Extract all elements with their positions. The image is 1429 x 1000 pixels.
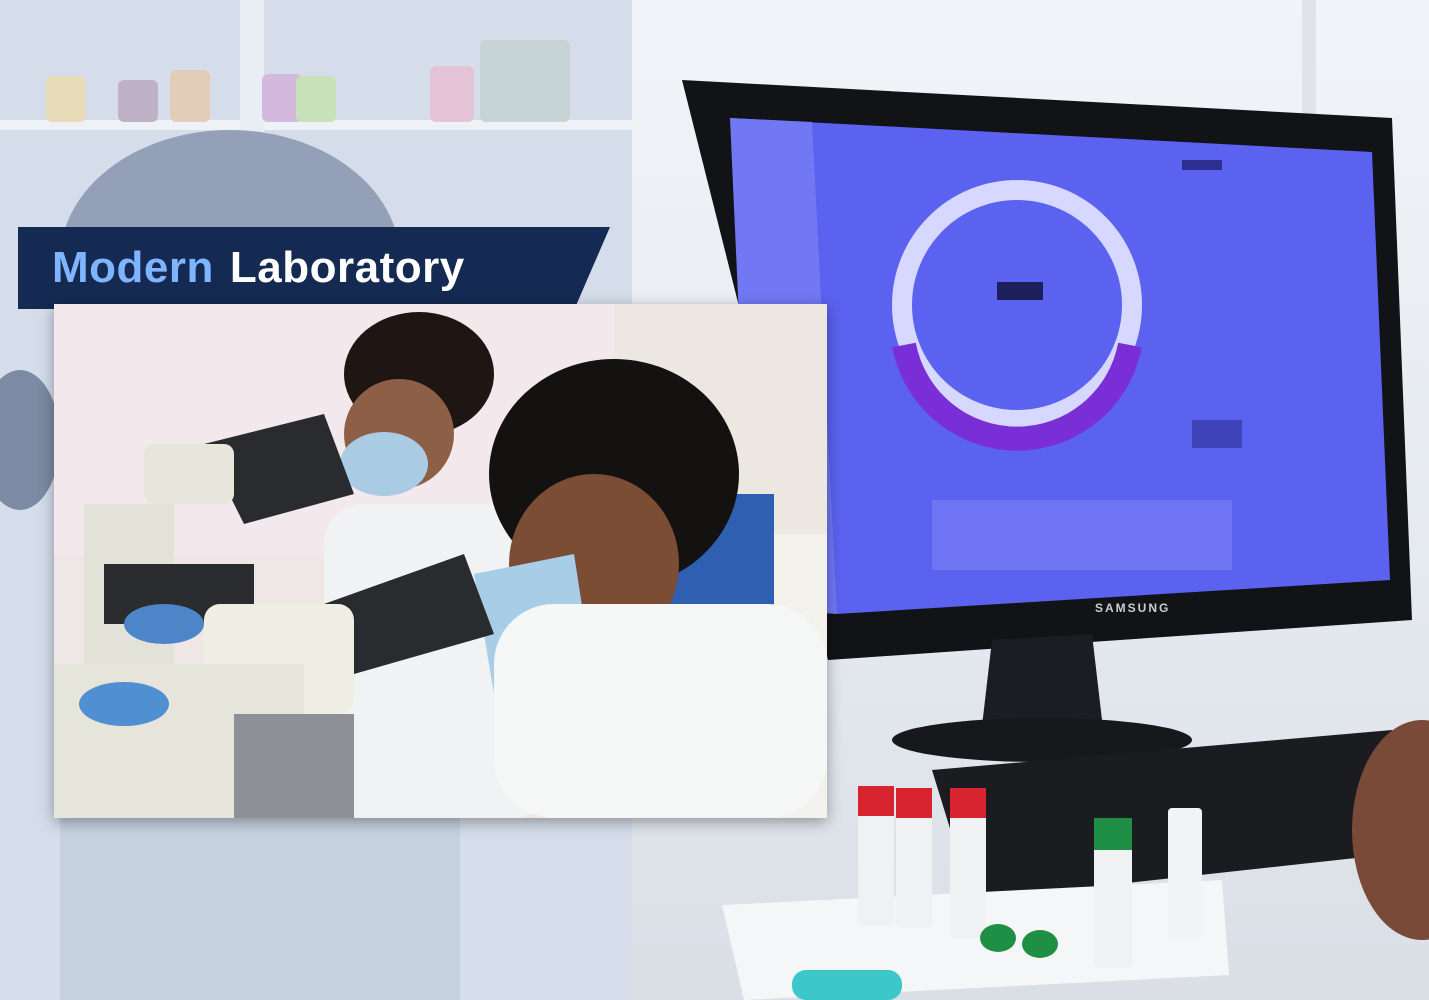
- microscope-photo: [54, 304, 827, 818]
- microscope-scene-illustration: [54, 304, 827, 818]
- monitor-brand-label: SAMSUNG: [1095, 601, 1171, 615]
- title-banner: Modern Laboratory: [18, 227, 610, 309]
- title-word-modern: Modern: [52, 243, 214, 292]
- title-word-laboratory: Laboratory: [229, 243, 465, 292]
